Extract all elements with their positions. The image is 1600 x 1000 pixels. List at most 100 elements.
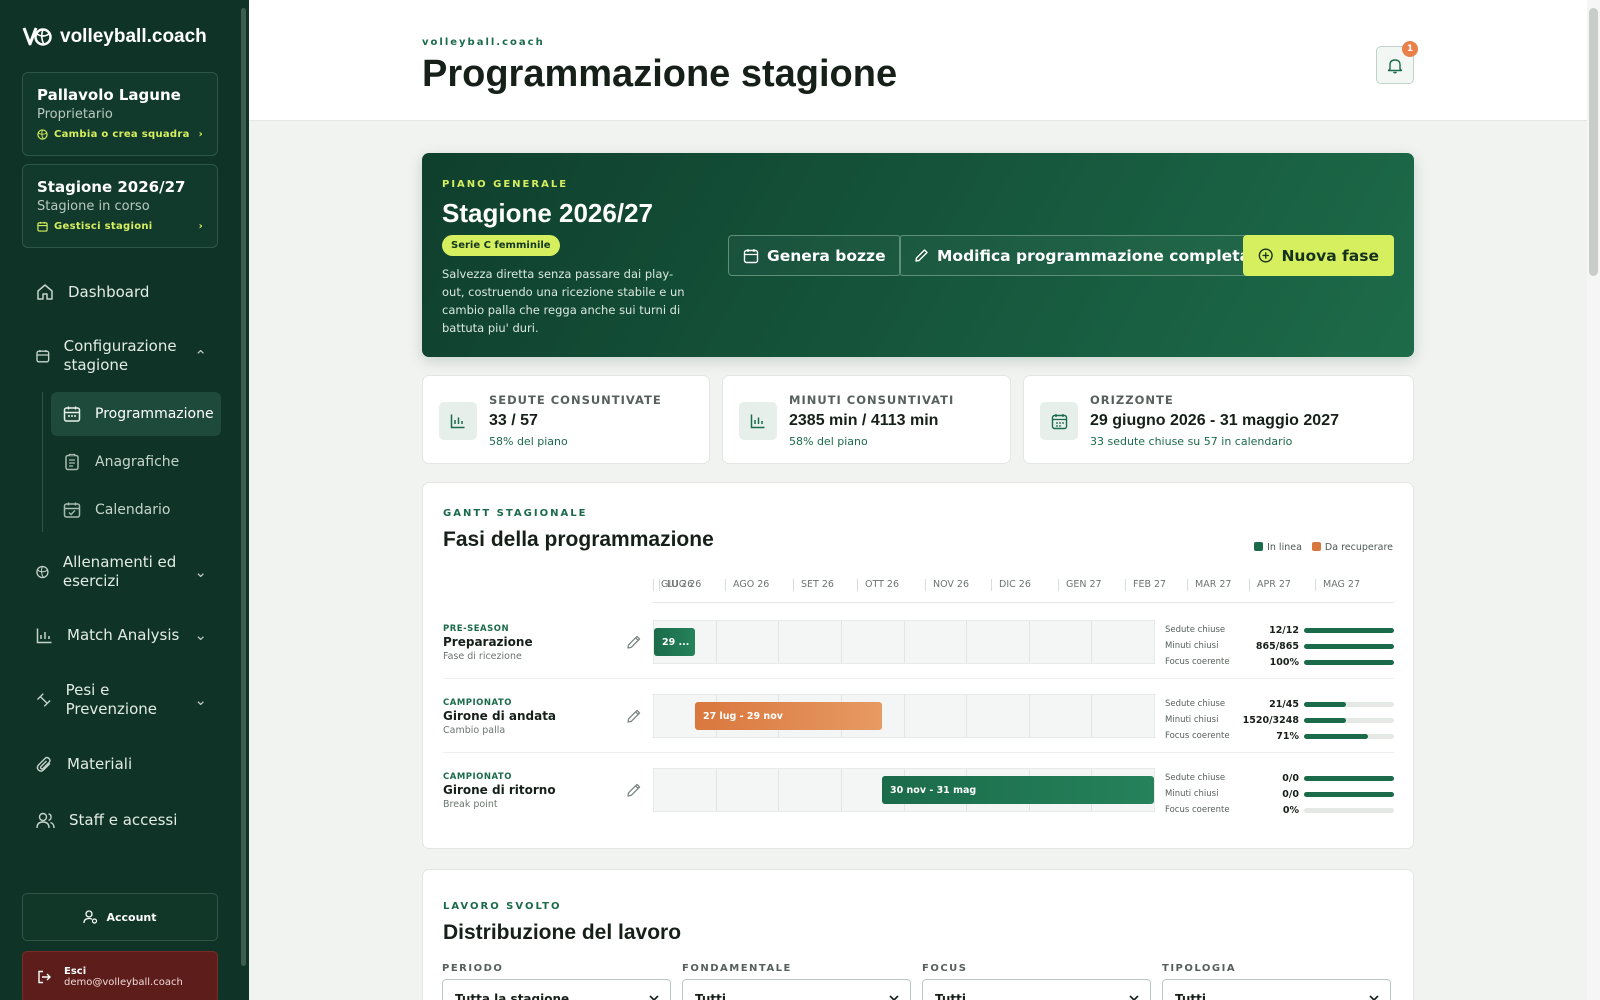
- league-badge: Serie C femminile: [442, 235, 560, 256]
- chevron-right-icon: ›: [198, 221, 203, 232]
- filter-select[interactable]: Tutti: [922, 979, 1151, 1000]
- edit-phase-pencil-icon[interactable]: [626, 708, 642, 724]
- metric-label: Minuti chiusi: [1165, 715, 1219, 725]
- edit-full-plan-label: Modifica programmazione completa: [937, 246, 1251, 265]
- metric-progress-fill: [1304, 791, 1394, 797]
- row-divider: [443, 678, 1394, 679]
- metric-progress-track: [1304, 627, 1394, 633]
- manage-seasons-link[interactable]: Gestisci stagioni ›: [37, 221, 203, 232]
- switch-team-label: Cambia o crea squadra: [54, 129, 190, 140]
- season-plan-card: PIANO GENERALE Stagione 2026/27 Serie C …: [422, 153, 1414, 357]
- nav-staff[interactable]: Staff e accessi: [22, 808, 221, 832]
- metric-label: Minuti chiusi: [1165, 641, 1219, 651]
- filter-select[interactable]: Tutti: [682, 979, 911, 1000]
- filter-value: Tutti: [935, 992, 966, 1000]
- stat-subtext: 33 sedute chiuse su 57 in calendario: [1090, 435, 1293, 448]
- filter-value: Tutta la stagione: [455, 992, 570, 1000]
- account-button[interactable]: Account: [22, 893, 218, 941]
- team-role: Proprietario: [37, 107, 113, 122]
- track-cell: [1030, 695, 1093, 737]
- volleyball-icon: [36, 565, 49, 579]
- user-settings-icon: [83, 910, 98, 924]
- filter-select[interactable]: Tutta la stagione: [442, 979, 671, 1000]
- edit-full-plan-button[interactable]: Modifica programmazione completa: [899, 235, 1266, 276]
- nav-weights[interactable]: Pesi e Prevenzione ⌄: [22, 680, 221, 720]
- sub-item-anagrafiche[interactable]: Anagrafiche: [51, 440, 221, 484]
- chevron-down-icon: [889, 995, 899, 1000]
- metric-label: Sedute chiuse: [1165, 699, 1226, 709]
- switch-team-link[interactable]: Cambia o crea squadra ›: [37, 129, 203, 140]
- stat-subtext: 58% del piano: [789, 435, 868, 448]
- phase-metric: Minuti chiusi 0/0: [1165, 788, 1394, 800]
- nav-dashboard[interactable]: Dashboard: [22, 280, 221, 304]
- metric-progress-fill: [1304, 659, 1394, 665]
- hero-kicker: PIANO GENERALE: [442, 179, 569, 190]
- phase-bar[interactable]: 27 lug - 29 nov: [695, 702, 882, 730]
- stat-subtext: 58% del piano: [489, 435, 568, 448]
- track-cell: [967, 621, 1030, 663]
- legend-item-behind: Da recuperare: [1311, 542, 1393, 553]
- clipboard-icon: [65, 453, 79, 471]
- dumbbell-icon: [36, 693, 51, 707]
- main-scrollbar-thumb[interactable]: [1589, 8, 1598, 276]
- nav-materials[interactable]: Materiali: [22, 752, 221, 776]
- metric-value: 0%: [1282, 804, 1299, 816]
- month-label: GEN 27: [1058, 579, 1102, 591]
- chevron-down-icon: ⌄: [194, 691, 207, 709]
- track-cell: [905, 695, 968, 737]
- account-label: Account: [106, 910, 157, 924]
- notification-count-badge: 1: [1402, 41, 1418, 57]
- new-phase-button[interactable]: Nuova fase: [1243, 235, 1394, 276]
- hero-title: Stagione 2026/27: [442, 198, 653, 228]
- track-cell: [654, 769, 717, 811]
- sub-item-label: Programmazione: [95, 406, 214, 422]
- users-icon: [36, 812, 55, 828]
- brand[interactable]: volleyball.coach: [22, 25, 207, 49]
- phase-metric: Sedute chiuse 0/0: [1165, 772, 1394, 784]
- sub-item-label: Calendario: [95, 502, 171, 518]
- calendar-icon: [743, 248, 759, 263]
- nav-season-config[interactable]: Configurazione stagione ⌃: [22, 336, 221, 376]
- chevron-down-icon: ⌄: [194, 563, 207, 581]
- metric-label: Minuti chiusi: [1165, 789, 1219, 799]
- season-name: Stagione 2026/27: [37, 178, 186, 196]
- phase-kind: PRE-SEASON: [443, 624, 510, 634]
- metric-progress-fill: [1304, 701, 1347, 707]
- sidebar-scrollbar[interactable]: [241, 8, 246, 966]
- phase-bar[interactable]: 29 ...: [654, 628, 695, 656]
- sub-item-calendario[interactable]: Calendario: [51, 488, 221, 532]
- metric-value: 100%: [1269, 656, 1299, 668]
- month-label: FEB 27: [1125, 579, 1166, 591]
- edit-phase-pencil-icon[interactable]: [626, 782, 642, 798]
- nav-match-analysis[interactable]: Match Analysis ⌄: [22, 623, 221, 647]
- filter-select[interactable]: Tutti: [1162, 979, 1391, 1000]
- chevron-right-icon: ›: [198, 129, 203, 140]
- metric-progress-track: [1304, 701, 1394, 707]
- track-cell: [717, 621, 780, 663]
- plus-circle-icon: [1258, 248, 1273, 263]
- metric-value: 0/0: [1282, 788, 1299, 800]
- logout-button[interactable]: Esci demo@volleyball.coach: [22, 951, 218, 1000]
- track-cell: [1030, 621, 1093, 663]
- track-cell: [967, 695, 1030, 737]
- legend-item-on-track: In linea: [1254, 542, 1302, 553]
- sub-item-programmazione[interactable]: Programmazione: [51, 392, 221, 436]
- filter-label: FONDAMENTALE: [682, 963, 792, 974]
- stat-card-horizon: ORIZZONTE 29 giugno 2026 - 31 maggio 202…: [1023, 375, 1414, 464]
- metric-value: 0/0: [1282, 772, 1299, 784]
- month-label: NOV 26: [925, 579, 969, 591]
- track-cell: [1092, 695, 1154, 737]
- metric-value: 12/12: [1269, 624, 1299, 636]
- nav-training-label: Allenamenti ed esercizi: [62, 553, 177, 590]
- filter-value: Tutti: [1175, 992, 1206, 1000]
- phase-metric: Sedute chiuse 12/12: [1165, 624, 1394, 636]
- phase-bar[interactable]: 30 nov - 31 mag: [882, 776, 1154, 804]
- phase-name: Girone di andata: [443, 709, 557, 723]
- metric-progress-track: [1304, 791, 1394, 797]
- nav-weights-label: Pesi e Prevenzione: [65, 681, 157, 718]
- submenu-line: [42, 392, 43, 532]
- nav-training[interactable]: Allenamenti ed esercizi ⌄: [22, 552, 221, 592]
- generate-drafts-button[interactable]: Genera bozze: [728, 235, 901, 276]
- phase-metric: Sedute chiuse 21/45: [1165, 698, 1394, 710]
- edit-phase-pencil-icon[interactable]: [626, 634, 642, 650]
